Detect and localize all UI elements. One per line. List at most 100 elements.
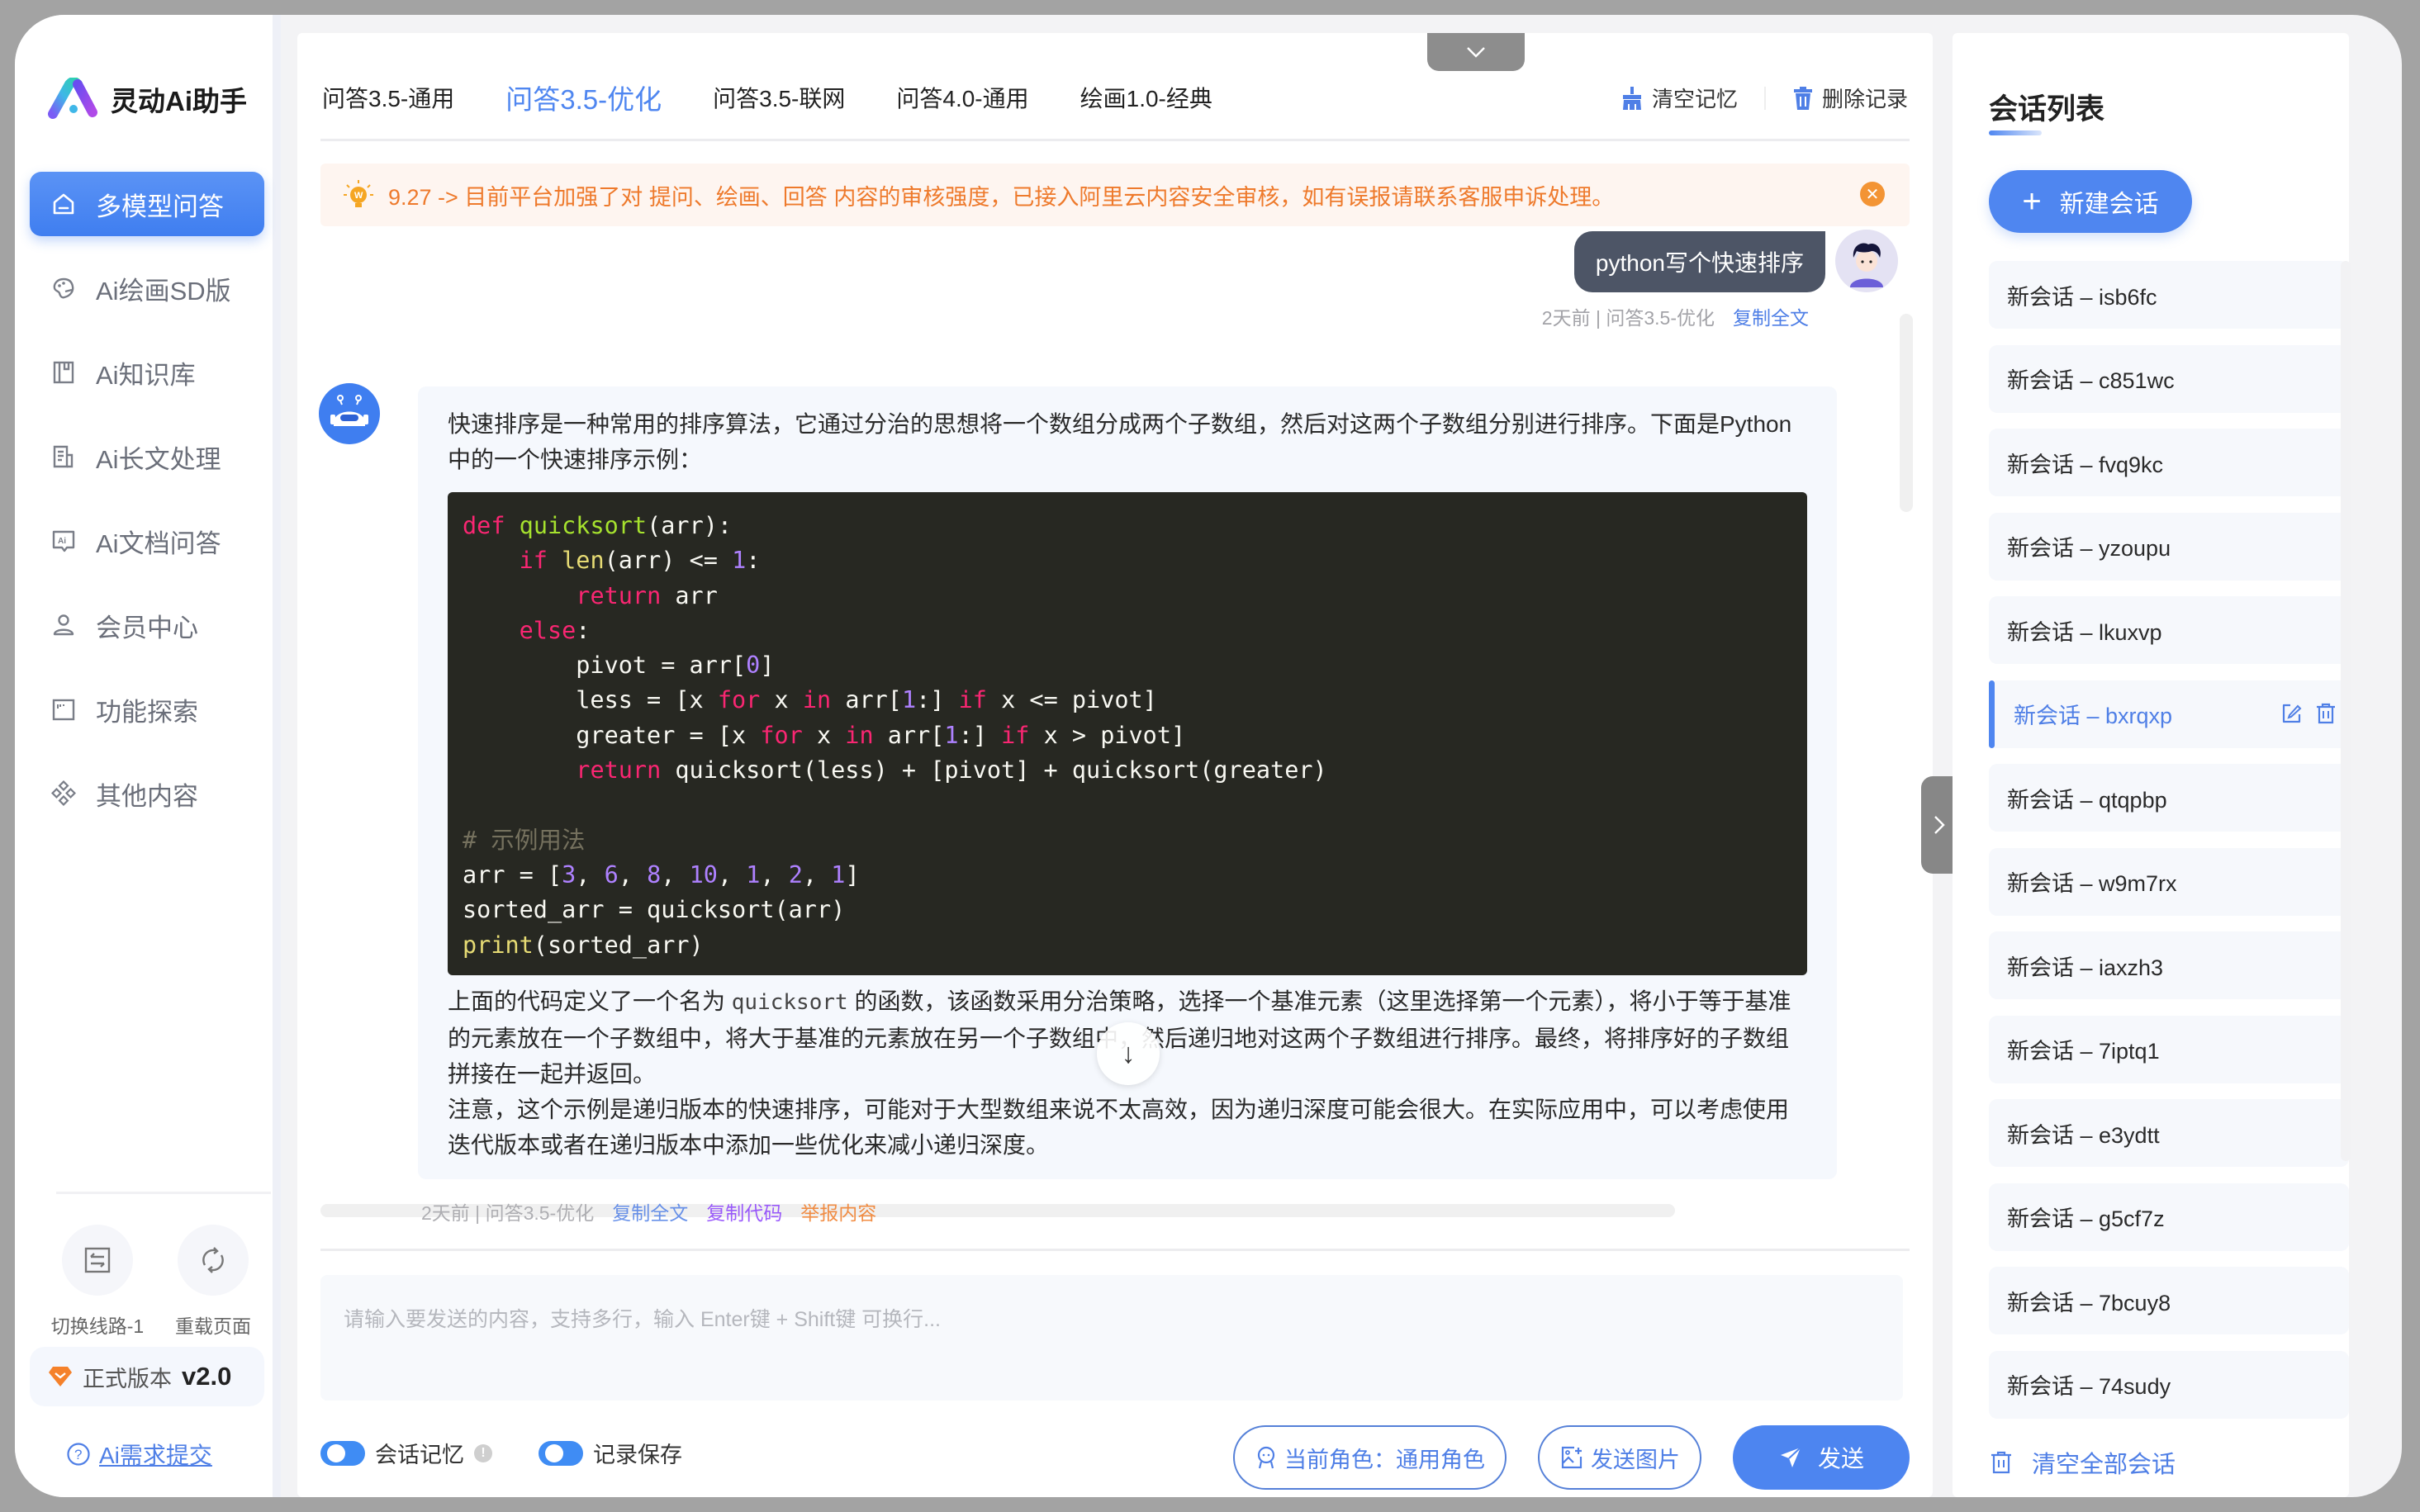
session-item[interactable]: 新会话 – e3ydtt [1989,1099,2349,1167]
document-icon [50,443,78,471]
code-block: def quicksort(arr): if len(arr) <= 1: re… [448,492,1807,975]
sidebar-item-other[interactable]: 其他内容 [30,761,264,826]
current-role-button[interactable]: 当前角色：通用角色 [1233,1425,1507,1490]
copy-full-text-button[interactable]: 复制全文 [1733,302,1809,330]
session-item[interactable]: 新会话 – w9m7rx [1989,847,2349,916]
chevron-down-icon [1467,47,1485,58]
sidebar-item-knowledge-base[interactable]: Ai知识库 [30,340,264,405]
grid-icon [50,780,78,808]
code-line: return arr [576,581,718,609]
session-item[interactable]: 新会话 – yzoupu [1989,512,2349,581]
svg-text:Ai: Ai [58,537,66,546]
message-input[interactable] [320,1275,1903,1401]
help-icon: ? [67,1443,90,1466]
session-item[interactable]: 新会话 – g5cf7z [1989,1183,2349,1251]
tab-qa35-optimized[interactable]: 问答3.5-优化 [505,78,662,117]
header-actions: 清空记忆 删除记录 [1620,83,1908,113]
new-session-button[interactable]: + 新建会话 [1989,170,2192,233]
reload-page-button[interactable]: 重载页面 [164,1225,263,1339]
code-line: # 示例用法 [463,826,586,854]
bot-message-meta: 2天前 | 问答3.5-优化 复制全文 复制代码 举报内容 [421,1197,876,1225]
sidebar-item-explore[interactable]: 功能探索 [30,677,264,742]
code-line: pivot = arr[0] [463,652,775,680]
tab-qa40-general[interactable]: 问答4.0-通用 [896,81,1028,114]
copy-full-text-button[interactable]: 复制全文 [612,1197,688,1225]
tab-qa35-general[interactable]: 问答3.5-通用 [322,81,454,114]
session-item[interactable]: 新会话 – 74sudy [1989,1350,2349,1419]
session-item[interactable]: 新会话 – 7bcuy8 [1989,1267,2349,1334]
sidebar-item-member-center[interactable]: 会员中心 [30,593,264,657]
logo: 灵动Ai助手 [48,78,247,121]
palette-icon [50,274,78,302]
robot-face-icon [1257,1446,1275,1469]
sidebar-item-long-text[interactable]: Ai长文处理 [30,424,264,489]
code-line: arr = [3, 6, 8, 10, 1, 2, 1] [463,860,860,889]
explore-icon [50,695,78,723]
session-item[interactable]: 新会话 – 7iptq1 [1989,1015,2349,1083]
trash-icon[interactable] [2314,702,2337,725]
main-chat-panel: 问答3.5-通用 问答3.5-优化 问答3.5-联网 问答4.0-通用 绘画1.… [297,33,1933,1497]
sidebar-item-multi-model-qa[interactable]: 多模型问答 [30,172,264,236]
svg-text:W: W [354,191,363,201]
lightbulb-icon: W [344,180,373,207]
app-name: 灵动Ai助手 [111,86,247,116]
sidebar-item-label: Ai长文处理 [96,444,221,474]
app-window: 灵动Ai助手 多模型问答 Ai绘画SD版 Ai知识库 Ai长文处理 Ai Ai文… [15,15,2402,1497]
chat-scrollbar[interactable] [1900,314,1913,512]
toggle-switch[interactable] [320,1440,365,1466]
tab-qa35-online[interactable]: 问答3.5-联网 [713,81,845,114]
send-image-button[interactable]: 发送图片 [1538,1425,1701,1490]
code-line: greater = [x for x in arr[1:] if x > piv… [463,721,1186,749]
clear-memory-button[interactable]: 清空记忆 [1620,83,1738,113]
session-item[interactable]: 新会话 – lkuxvp [1989,596,2349,664]
record-save-toggle[interactable]: 记录保存 [539,1437,682,1469]
session-item[interactable]: 新会话 – c851wc [1989,344,2349,413]
toggle-switch[interactable] [539,1440,583,1466]
user-message-meta: 2天前 | 问答3.5-优化 复制全文 [1542,302,1809,330]
message-time: 2天前 | 问答3.5-优化 [421,1202,595,1224]
code-line: else: [519,616,591,644]
sidebar-item-doc-qa[interactable]: Ai Ai文档问答 [30,509,264,573]
report-content-button[interactable]: 举报内容 [800,1197,876,1225]
user-icon [50,611,78,639]
session-item[interactable]: 新会话 – iaxzh3 [1989,931,2349,999]
close-icon[interactable]: ✕ [1860,182,1885,206]
notice-text: 9.27 -> 目前平台加强了对 提问、绘画、回答 内容的审核强度，已接入阿里云… [388,184,1615,210]
header-divider [320,139,1910,141]
sidebar-item-label: Ai文档问答 [96,528,221,558]
scroll-to-bottom-button[interactable]: ↓ [1097,1022,1160,1085]
sidebar-item-ai-painting[interactable]: Ai绘画SD版 [30,256,264,320]
version-badge: 正式版本 v2.0 [30,1347,264,1406]
switch-line-button[interactable]: 切换线路-1 [48,1225,147,1339]
collapse-header-toggle[interactable] [1427,33,1525,71]
notice-banner: W 9.27 -> 目前平台加强了对 提问、绘画、回答 内容的审核强度，已接入阿… [320,164,1910,226]
copy-code-button[interactable]: 复制代码 [706,1197,782,1225]
input-toggles: 会话记忆 ! 记录保存 [320,1437,682,1469]
send-button[interactable]: 发送 [1733,1425,1910,1490]
session-list-title: 会话列表 [1989,93,2105,126]
input-actions: 当前角色：通用角色 发送图片 发送 [1233,1425,1910,1490]
session-item[interactable]: 新会话 – isb6fc [1989,261,2349,329]
sidebar-item-label: 多模型问答 [96,192,224,221]
feedback-link[interactable]: ? Ai需求提交 [66,1438,212,1471]
switch-icon [84,1247,111,1273]
message-time: 2天前 | 问答3.5-优化 [1541,307,1715,329]
user-message-bubble: python写个快速排序 [1573,231,1825,292]
code-line: print(sorted_arr) [463,931,704,959]
broom-icon [1622,86,1641,110]
code-line: def quicksort(arr): [463,512,733,539]
session-memory-toggle[interactable]: 会话记忆 ! [320,1437,492,1469]
session-item-active[interactable]: 新会话 – bxrqxp [1989,680,2349,748]
session-item[interactable]: 新会话 – fvq9kc [1989,429,2349,496]
model-tabs: 问答3.5-通用 问答3.5-优化 问答3.5-联网 问答4.0-通用 绘画1.… [322,73,1212,122]
session-list-scrollbar[interactable] [2341,261,2351,1161]
edit-icon[interactable] [2280,702,2303,725]
session-actions [2280,702,2337,725]
trash-icon [1793,86,1812,110]
clear-all-sessions-button[interactable]: 清空全部会话 [1989,1445,2176,1480]
session-item[interactable]: 新会话 – qtqpbp [1989,764,2349,832]
info-icon[interactable]: ! [474,1443,492,1462]
user-avatar [1835,230,1898,292]
delete-records-button[interactable]: 删除记录 [1792,83,1908,113]
tab-painting10-classic[interactable]: 绘画1.0-经典 [1080,81,1212,114]
